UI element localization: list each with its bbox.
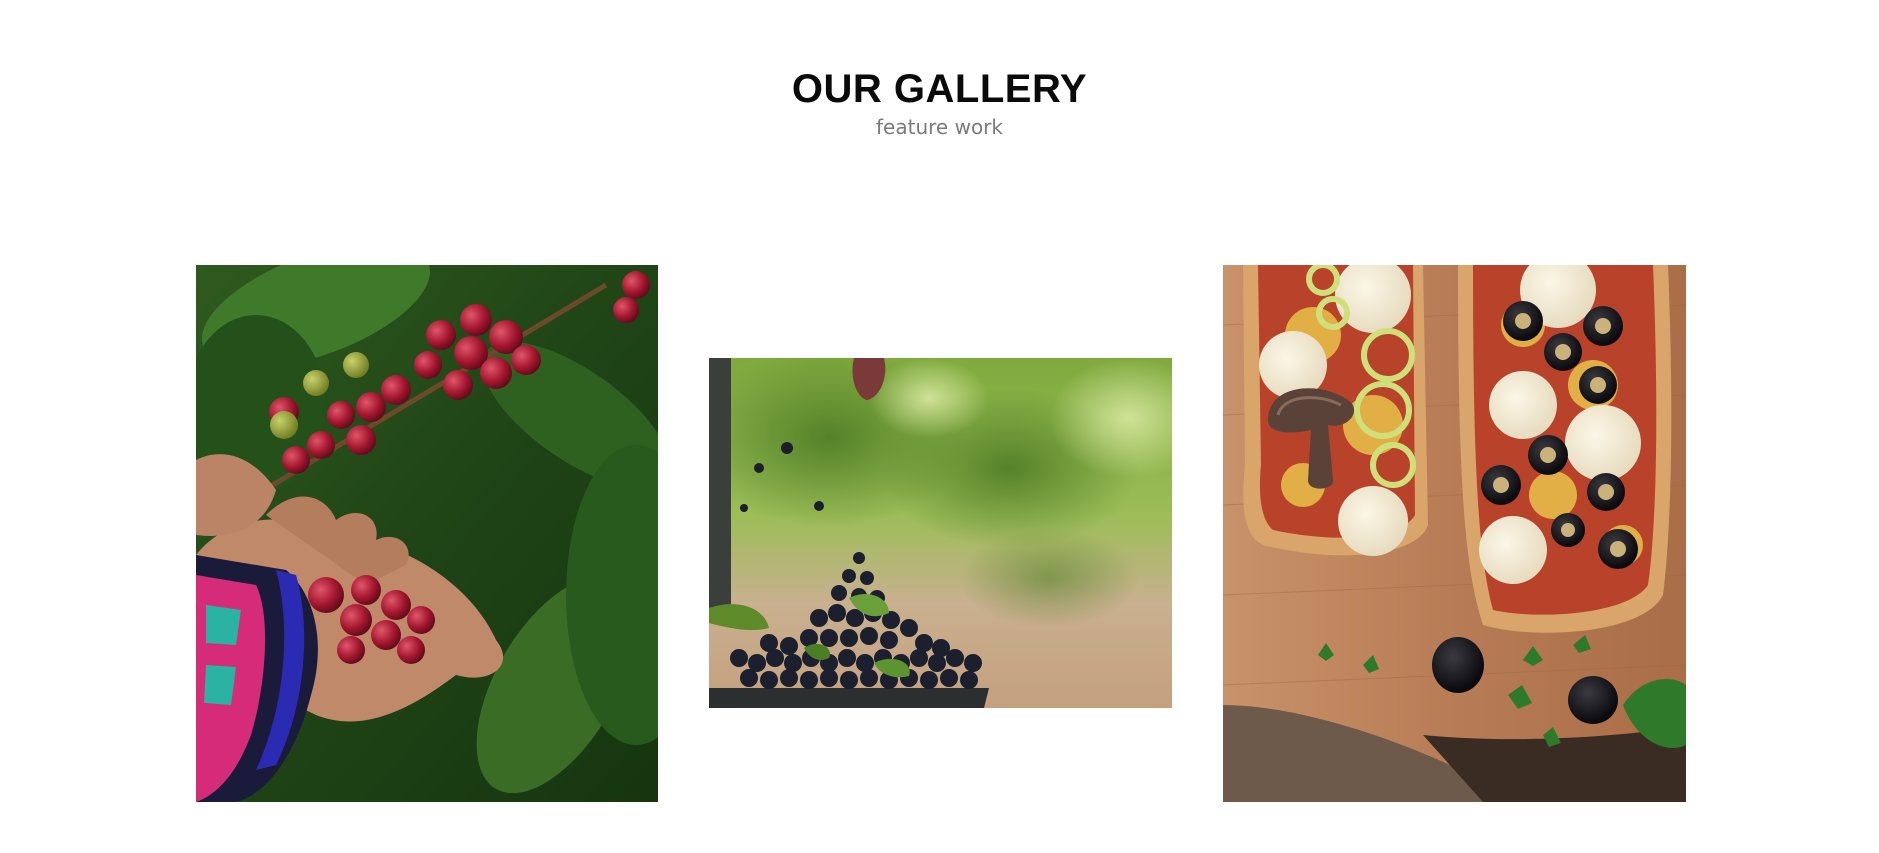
page-subtitle: feature work bbox=[876, 115, 1003, 139]
coffee-cherries-photo bbox=[196, 265, 658, 802]
gallery-image-coffee[interactable] bbox=[196, 265, 658, 802]
pizza-baguettes-photo bbox=[1223, 265, 1686, 802]
page-title: OUR GALLERY bbox=[791, 67, 1088, 111]
gallery-header: OUR GALLERY feature work bbox=[0, 66, 1879, 140]
gallery-image-pizza[interactable] bbox=[1223, 265, 1686, 802]
berries-photo bbox=[709, 358, 1172, 708]
gallery-image-berries[interactable] bbox=[709, 358, 1172, 708]
